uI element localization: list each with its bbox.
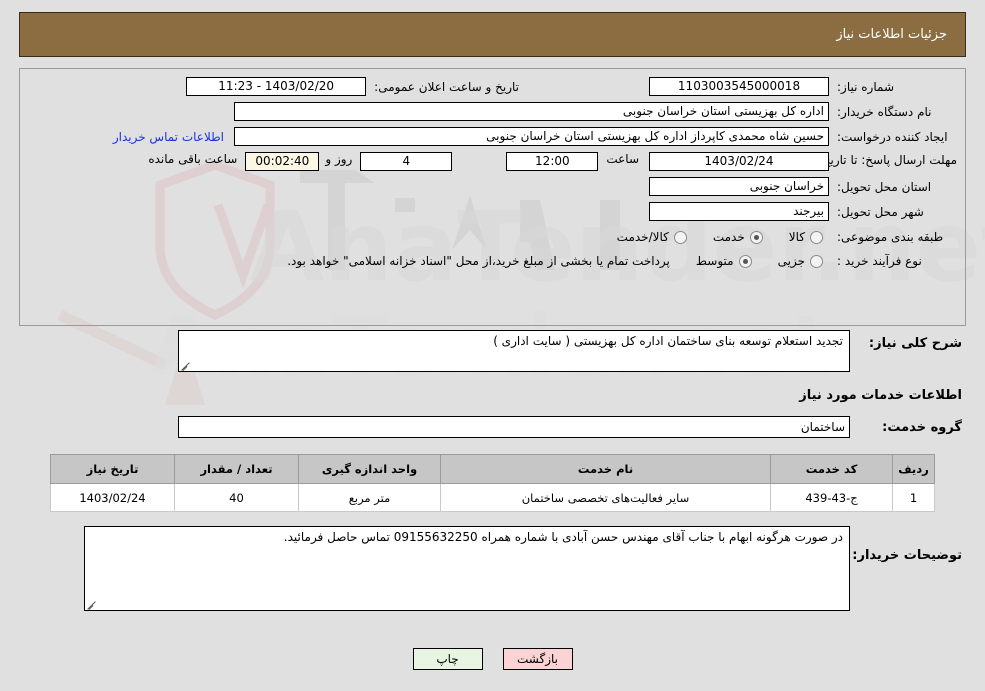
creator-field: حسین شاه محمدی کاپرداز اداره کل بهزیستی …: [234, 127, 829, 146]
col-service-code: کد خدمت: [770, 454, 893, 484]
description-label: شرح کلی نیاز:: [868, 336, 962, 351]
col-need-date: تاریخ نیاز: [50, 454, 175, 484]
col-radif: ردیف: [892, 454, 935, 484]
buyer-contact-link[interactable]: اطلاعات تماس خریدار: [113, 130, 224, 144]
category-label: طبقه بندی موضوعی:: [837, 230, 944, 244]
cell-radif: 1: [892, 483, 935, 512]
action-buttons: بازگشت چاپ: [0, 648, 985, 670]
category-option-khedmat[interactable]: خدمت: [713, 230, 763, 244]
process-option-label: متوسط: [695, 254, 734, 268]
category-option-label: کالا: [788, 230, 805, 244]
row-deadline: مهلت ارسال پاسخ: تا تاریخ: 1403/02/24 سا…: [20, 152, 965, 171]
services-table: ردیف کد خدمت نام خدمت واحد اندازه گیری ت…: [50, 454, 935, 512]
process-option-motevaset[interactable]: متوسط: [696, 254, 752, 268]
services-section-title: اطلاعات خدمات مورد نیاز: [799, 388, 962, 403]
category-option-kala-khedmat[interactable]: کالا/خدمت: [617, 230, 687, 244]
need-info-panel: شماره نیاز: 1103003545000018 تاریخ و ساع…: [19, 68, 966, 326]
details-section: شرح کلی نیاز: تجدید استعلام توسعه بنای س…: [19, 330, 966, 611]
deadline-label: مهلت ارسال پاسخ: تا تاریخ:: [818, 153, 957, 167]
radio-icon[interactable]: [810, 254, 823, 268]
back-button[interactable]: بازگشت: [502, 648, 573, 670]
print-button[interactable]: چاپ: [412, 648, 483, 670]
row-description: شرح کلی نیاز: تجدید استعلام توسعه بنای س…: [19, 330, 966, 372]
category-option-label: خدمت: [712, 230, 745, 244]
resize-grip-icon[interactable]: [181, 360, 191, 371]
cell-service-name: سایر فعالیت‌های تخصصی ساختمان: [440, 483, 771, 512]
creator-label: ایجاد کننده درخواست:: [837, 129, 948, 144]
radio-icon[interactable]: [749, 230, 763, 244]
col-service-name: نام خدمت: [440, 454, 771, 484]
col-unit: واحد اندازه گیری: [298, 454, 441, 484]
cell-service-code: ج-43-439: [770, 483, 893, 512]
announce-datetime-field: 1403/02/20 - 11:23: [186, 77, 367, 96]
payment-note: پرداخت تمام یا بخشی از مبلغ خرید،از محل …: [287, 254, 670, 268]
city-field: بیرجند: [649, 202, 829, 221]
cell-need-date: 1403/02/24: [50, 483, 175, 512]
resize-grip-icon[interactable]: [87, 599, 97, 610]
category-option-label: کالا/خدمت: [616, 230, 669, 244]
radio-icon[interactable]: [810, 230, 823, 244]
buyer-org-label: نام دستگاه خریدار:: [837, 104, 932, 119]
hour-label: ساعت: [606, 152, 639, 166]
table-row: 1 ج-43-439 سایر فعالیت‌های تخصصی ساختمان…: [50, 483, 935, 512]
description-text: تجدید استعلام توسعه بنای ساختمان اداره ک…: [493, 334, 843, 348]
need-number-field: 1103003545000018: [649, 77, 829, 96]
days-label: روز و: [325, 152, 353, 166]
announce-label: تاریخ و ساعت اعلان عمومی:: [374, 79, 519, 94]
province-label: استان محل تحویل:: [837, 179, 932, 194]
page-header: جزئیات اطلاعات نیاز: [19, 12, 966, 57]
buyer-notes-label: توضیحات خریدار:: [852, 548, 962, 563]
row-province: استان محل تحویل: خراسان جنوبی: [20, 177, 965, 196]
city-label: شهر محل تحویل:: [837, 204, 924, 219]
row-service-group: گروه خدمت: ساختمان: [19, 416, 966, 438]
category-option-kala[interactable]: کالا: [789, 230, 823, 244]
buyer-org-field: اداره کل بهزیستی استان خراسان جنوبی: [234, 102, 829, 121]
page-title: جزئیات اطلاعات نیاز: [836, 27, 947, 42]
process-option-label: جزیی: [777, 254, 805, 268]
buyer-notes-textarea[interactable]: در صورت هرگونه ابهام با جناب آقای مهندس …: [84, 526, 850, 611]
process-option-jozei[interactable]: جزیی: [778, 254, 823, 268]
row-buyer-org: نام دستگاه خریدار: اداره کل بهزیستی استا…: [20, 102, 965, 121]
row-city: شهر محل تحویل: بیرجند: [20, 202, 965, 221]
items-table-wrapper: ردیف کد خدمت نام خدمت واحد اندازه گیری ت…: [19, 454, 966, 512]
deadline-hour-field: 12:00: [506, 152, 599, 171]
row-need-number: شماره نیاز: 1103003545000018 تاریخ و ساع…: [20, 77, 965, 96]
countdown-timer-field: 00:02:40: [245, 152, 320, 171]
timer-label: ساعت باقی مانده: [148, 152, 238, 166]
row-category: طبقه بندی موضوعی: کالا خدمت کالا/خدمت: [20, 230, 965, 244]
description-textarea[interactable]: تجدید استعلام توسعه بنای ساختمان اداره ک…: [178, 330, 850, 372]
row-process-type: نوع فرآیند خرید : جزیی متوسط پرداخت تمام…: [20, 254, 965, 268]
service-group-label: گروه خدمت:: [882, 419, 962, 435]
cell-quantity: 40: [174, 483, 299, 512]
table-header-row: ردیف کد خدمت نام خدمت واحد اندازه گیری ت…: [50, 454, 935, 484]
radio-icon[interactable]: [738, 254, 752, 268]
need-number-label: شماره نیاز:: [837, 79, 894, 94]
buyer-notes-text: در صورت هرگونه ابهام با جناب آقای مهندس …: [283, 530, 843, 544]
deadline-date-field: 1403/02/24: [649, 152, 829, 171]
process-label: نوع فرآیند خرید :: [837, 254, 922, 268]
service-group-field: ساختمان: [178, 416, 850, 438]
radio-icon[interactable]: [673, 230, 687, 244]
province-field: خراسان جنوبی: [649, 177, 829, 196]
row-creator: ایجاد کننده درخواست: حسین شاه محمدی کاپر…: [20, 127, 965, 146]
row-buyer-notes: توضیحات خریدار: در صورت هرگونه ابهام با …: [19, 526, 966, 611]
col-quantity: تعداد / مقدار: [174, 454, 299, 484]
cell-unit: متر مربع: [298, 483, 441, 512]
remaining-days-field: 4: [360, 152, 453, 171]
